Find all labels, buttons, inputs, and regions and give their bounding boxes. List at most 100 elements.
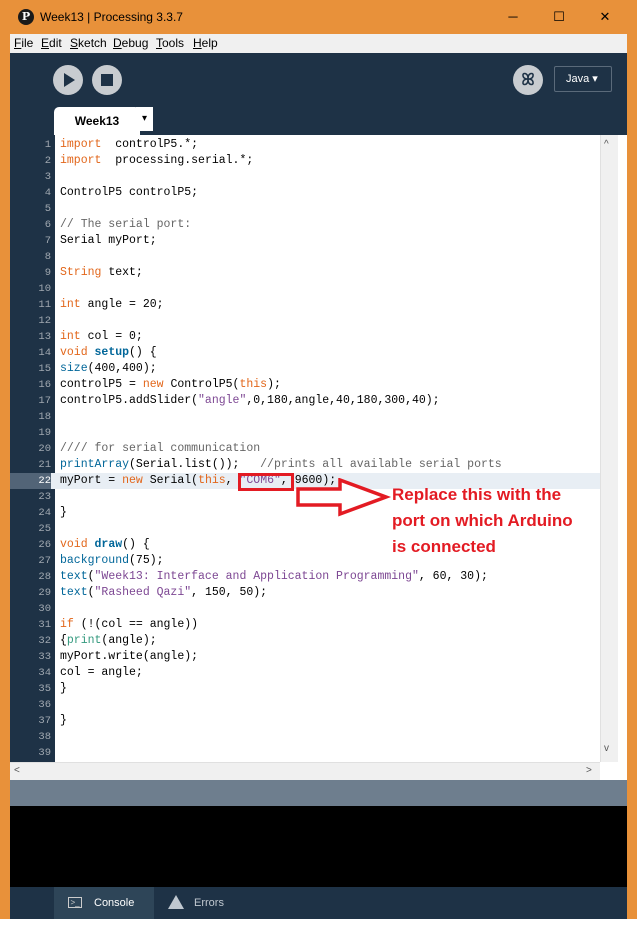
stop-icon[interactable] [92, 65, 122, 95]
code-line[interactable]: 28 text("Week13: Interface and Applicatio… [10, 569, 600, 585]
code-line[interactable]: 38 [10, 729, 600, 745]
code-line[interactable]: 4 ControlP5 controlP5; [10, 185, 600, 201]
code-text: if (!(col == angle)) [60, 617, 198, 633]
code-text: col = angle; [60, 665, 143, 681]
code-line[interactable]: 31 if (!(col == angle)) [10, 617, 600, 633]
code-line[interactable]: 11 int angle = 20; [10, 297, 600, 313]
code-token: (400,400); [87, 362, 157, 375]
code-text: text("Week13: Interface and Application … [60, 569, 488, 585]
code-line[interactable]: 36 [10, 697, 600, 713]
scroll-left-icon[interactable]: < [14, 765, 20, 776]
code-token: (!(col == angle)) [73, 618, 199, 631]
code-text: //// for serial communication [60, 441, 260, 457]
code-line[interactable]: 39 [10, 745, 600, 761]
code-line[interactable]: 5 [10, 201, 600, 217]
line-number: 12 [38, 315, 51, 327]
line-number: 11 [38, 299, 51, 311]
maximize-button[interactable]: ☐ [536, 0, 582, 33]
code-line[interactable]: 7 Serial myPort; [10, 233, 600, 249]
code-line[interactable]: 18 [10, 409, 600, 425]
code-line[interactable]: 19 [10, 425, 600, 441]
line-number: 4 [44, 187, 51, 199]
code-token: { [60, 634, 67, 647]
code-token: //prints all available serial ports [260, 458, 502, 471]
tab-menu-dropdown[interactable]: ▾ [136, 107, 153, 131]
code-line[interactable]: 1 import controlP5.*; [10, 137, 600, 153]
code-line[interactable]: 21 printArray(Serial.list()); //prints al… [10, 457, 600, 473]
menu-help[interactable]: Help [193, 36, 218, 50]
code-token: draw [94, 538, 123, 551]
line-number: 13 [38, 331, 51, 343]
line-number: 38 [38, 731, 51, 743]
code-line[interactable]: 13 int col = 0; [10, 329, 600, 345]
menu-tools[interactable]: Tools [156, 36, 184, 50]
window-title: Week13 | Processing 3.3.7 [40, 10, 183, 24]
scroll-right-icon[interactable]: > [586, 765, 592, 776]
tab-errors[interactable]: Errors [154, 887, 244, 919]
code-line[interactable]: 6 // The serial port: [10, 217, 600, 233]
horizontal-scrollbar[interactable]: < > [10, 762, 600, 780]
code-text: void setup() { [60, 345, 157, 361]
title-bar[interactable]: P Week13 | Processing 3.3.7 ─ ☐ ✕ [0, 0, 637, 34]
code-line[interactable]: 10 [10, 281, 600, 297]
code-token: } [60, 714, 67, 727]
code-line[interactable]: 12 [10, 313, 600, 329]
scroll-up-icon[interactable]: ^ [604, 139, 609, 150]
code-text: int angle = 20; [60, 297, 164, 313]
code-text: {print(angle); [60, 633, 157, 649]
code-token: } [60, 506, 67, 519]
code-line[interactable]: 16 controlP5 = new ControlP5(this); [10, 377, 600, 393]
minimize-button[interactable]: ─ [490, 0, 536, 33]
code-line[interactable]: 20 //// for serial communication [10, 441, 600, 457]
code-line[interactable]: 3 [10, 169, 600, 185]
mode-selector[interactable]: Java ▾ [554, 66, 612, 92]
code-text: // The serial port: [60, 217, 191, 233]
code-line[interactable]: 15 size(400,400); [10, 361, 600, 377]
vertical-scrollbar[interactable]: ^ v [600, 135, 618, 762]
line-number: 30 [38, 603, 51, 615]
code-token: Serial( [142, 474, 199, 487]
code-line[interactable]: 32 {print(angle); [10, 633, 600, 649]
line-number: 19 [38, 427, 51, 439]
code-line[interactable]: 29 text("Rasheed Qazi", 150, 50); [10, 585, 600, 601]
code-line[interactable]: 35} [10, 681, 600, 697]
code-line[interactable]: 33 myPort.write(angle); [10, 649, 600, 665]
code-token: int [60, 298, 81, 311]
menu-file[interactable]: File [14, 36, 33, 50]
line-number: 5 [44, 203, 51, 215]
close-button[interactable]: ✕ [582, 0, 628, 33]
tab-strip: Week13 ▾ [10, 107, 627, 135]
play-icon[interactable] [53, 65, 83, 95]
code-token: ControlP5( [163, 378, 240, 391]
menu-bar: File Edit Sketch Debug Tools Help [10, 34, 627, 53]
code-token: "angle" [198, 394, 247, 407]
line-number: 24 [38, 507, 51, 519]
line-number: 2 [44, 155, 51, 167]
code-token: printArray [60, 458, 130, 471]
code-line[interactable]: 2 import processing.serial.*; [10, 153, 600, 169]
menu-debug[interactable]: Debug [113, 36, 148, 50]
code-token: this [239, 378, 268, 391]
status-bar [10, 780, 627, 806]
tab-console[interactable]: >_ Console [54, 887, 154, 919]
menu-edit[interactable]: Edit [41, 36, 62, 50]
console-output[interactable] [10, 806, 627, 887]
code-line[interactable]: 9 String text; [10, 265, 600, 281]
code-line[interactable]: 8 [10, 249, 600, 265]
line-number: 33 [38, 651, 51, 663]
line-number: 18 [38, 411, 51, 423]
com-port-highlight [238, 473, 294, 491]
tab-week13[interactable]: Week13 [54, 107, 140, 135]
line-number: 10 [38, 283, 51, 295]
butterfly-icon[interactable]: ꕤ [513, 65, 543, 95]
code-line[interactable]: 17 controlP5.addSlider("angle",0,180,angl… [10, 393, 600, 409]
code-token: new [142, 378, 164, 391]
scroll-down-icon[interactable]: v [604, 743, 609, 754]
menu-sketch[interactable]: Sketch [70, 36, 107, 50]
code-line[interactable]: 37} [10, 713, 600, 729]
code-line[interactable]: 30 [10, 601, 600, 617]
code-line[interactable]: 14 void setup() { [10, 345, 600, 361]
console-tab-label: Console [94, 897, 135, 909]
code-line[interactable]: 34 col = angle; [10, 665, 600, 681]
